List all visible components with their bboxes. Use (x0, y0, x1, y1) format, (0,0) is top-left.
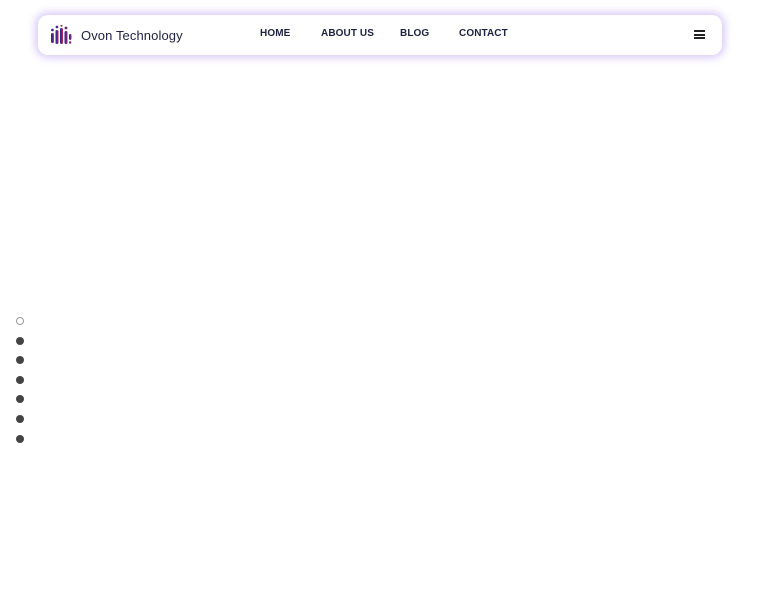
pagination-dot-2[interactable] (16, 336, 24, 345)
slide-pagination (16, 317, 24, 454)
pagination-dot-6[interactable] (16, 414, 24, 423)
navbar: Ovon Technology HOME ABOUT US BLOG CONTA… (38, 15, 722, 55)
pagination-dot-7[interactable] (16, 434, 24, 443)
brand-name: Ovon Technology (81, 27, 183, 43)
nav-about-us[interactable]: ABOUT US (321, 28, 374, 39)
nav-blog[interactable]: BLOG (400, 28, 429, 39)
pagination-dot-5[interactable] (16, 395, 24, 404)
pagination-dot-3[interactable] (16, 356, 24, 365)
pagination-dot-4[interactable] (16, 375, 24, 384)
hamburger-icon[interactable] (694, 30, 705, 41)
nav-contact[interactable]: CONTACT (459, 28, 508, 39)
bars-logo-icon (50, 25, 72, 45)
pagination-dot-1[interactable] (16, 317, 24, 325)
nav-home[interactable]: HOME (260, 28, 290, 39)
brand-logo-link[interactable]: Ovon Technology (50, 25, 183, 45)
